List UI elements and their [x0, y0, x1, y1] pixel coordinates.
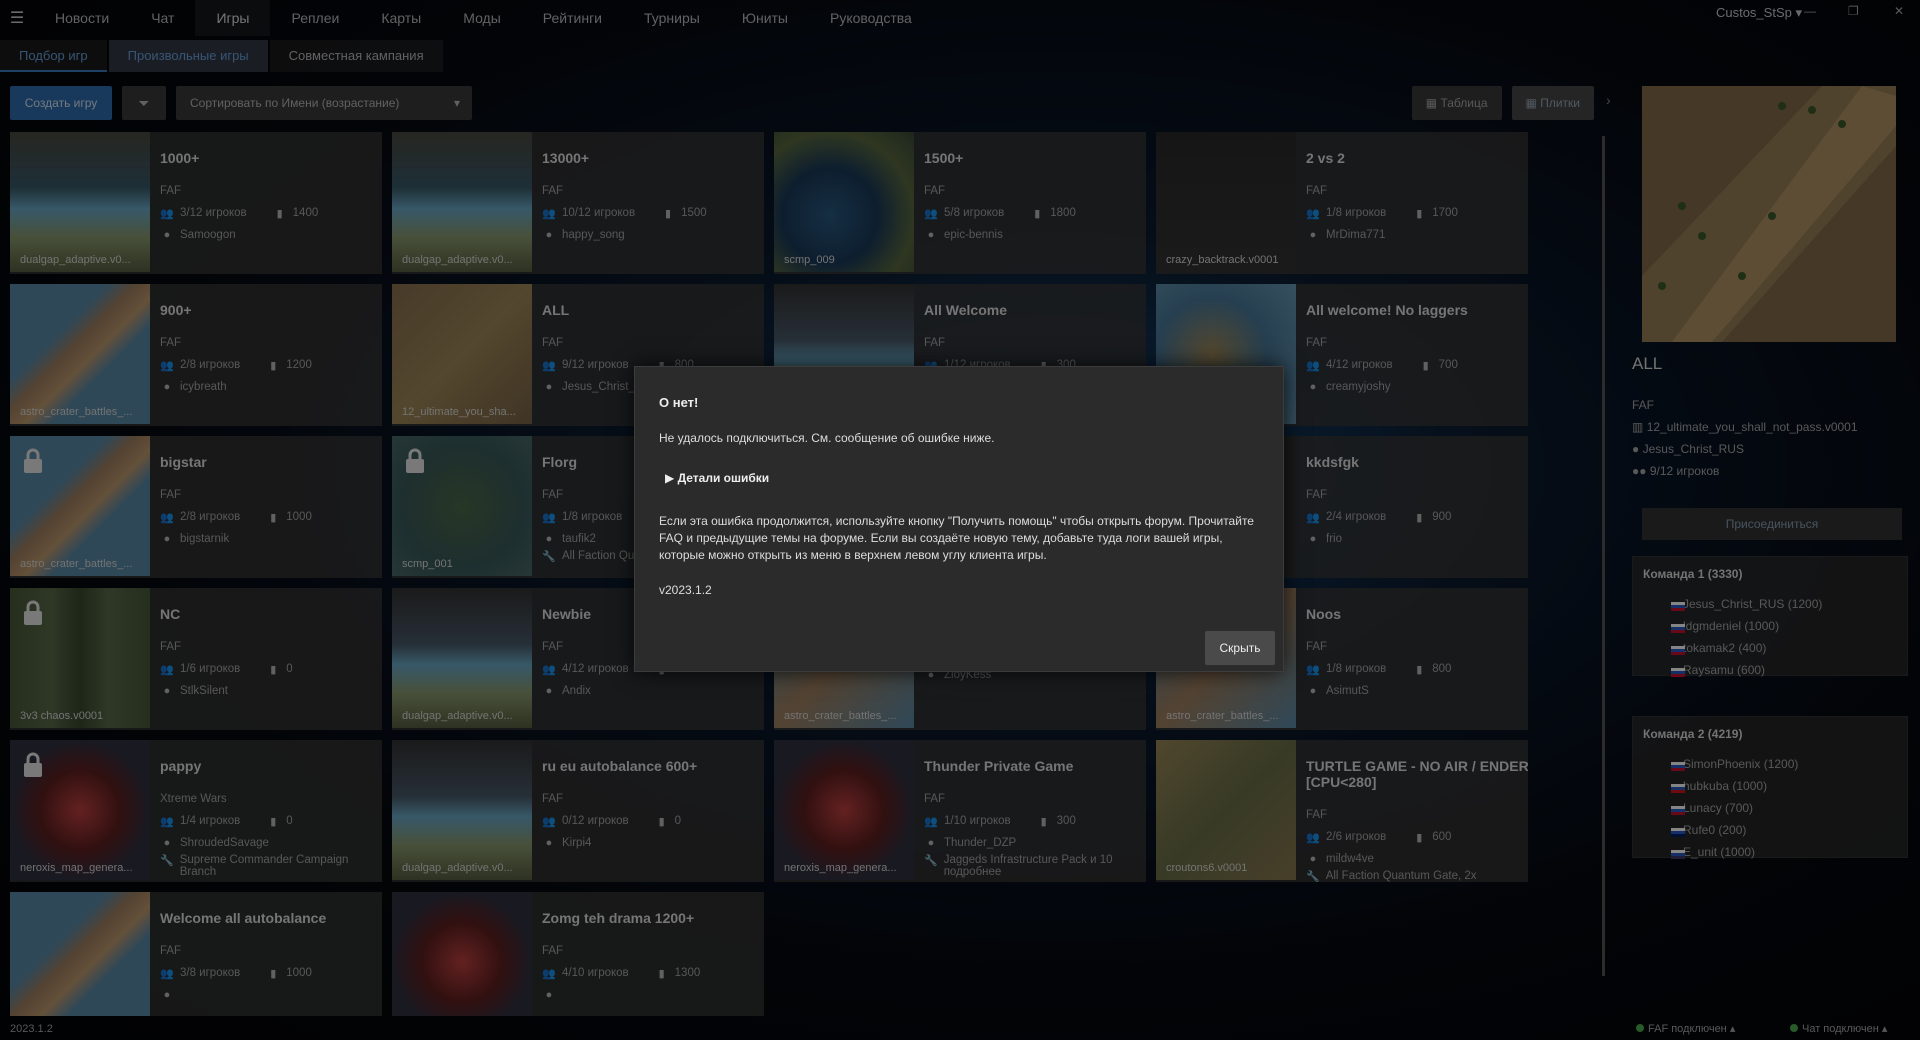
dialog-help-text: Если эта ошибка продолжится, используйте…	[659, 514, 1254, 562]
error-details-toggle[interactable]: ▶ Детали ошибки	[665, 471, 769, 485]
dialog-message: Не удалось подключиться. См. сообщение о…	[659, 431, 995, 445]
hide-button[interactable]: Скрыть	[1205, 631, 1275, 665]
dialog-version: v2023.1.2	[659, 583, 712, 597]
error-details-label: Детали ошибки	[677, 471, 770, 485]
triangle-right-icon: ▶	[665, 471, 675, 485]
error-dialog: О нет! Не удалось подключиться. См. сооб…	[634, 366, 1284, 672]
dialog-title: О нет!	[659, 395, 699, 410]
